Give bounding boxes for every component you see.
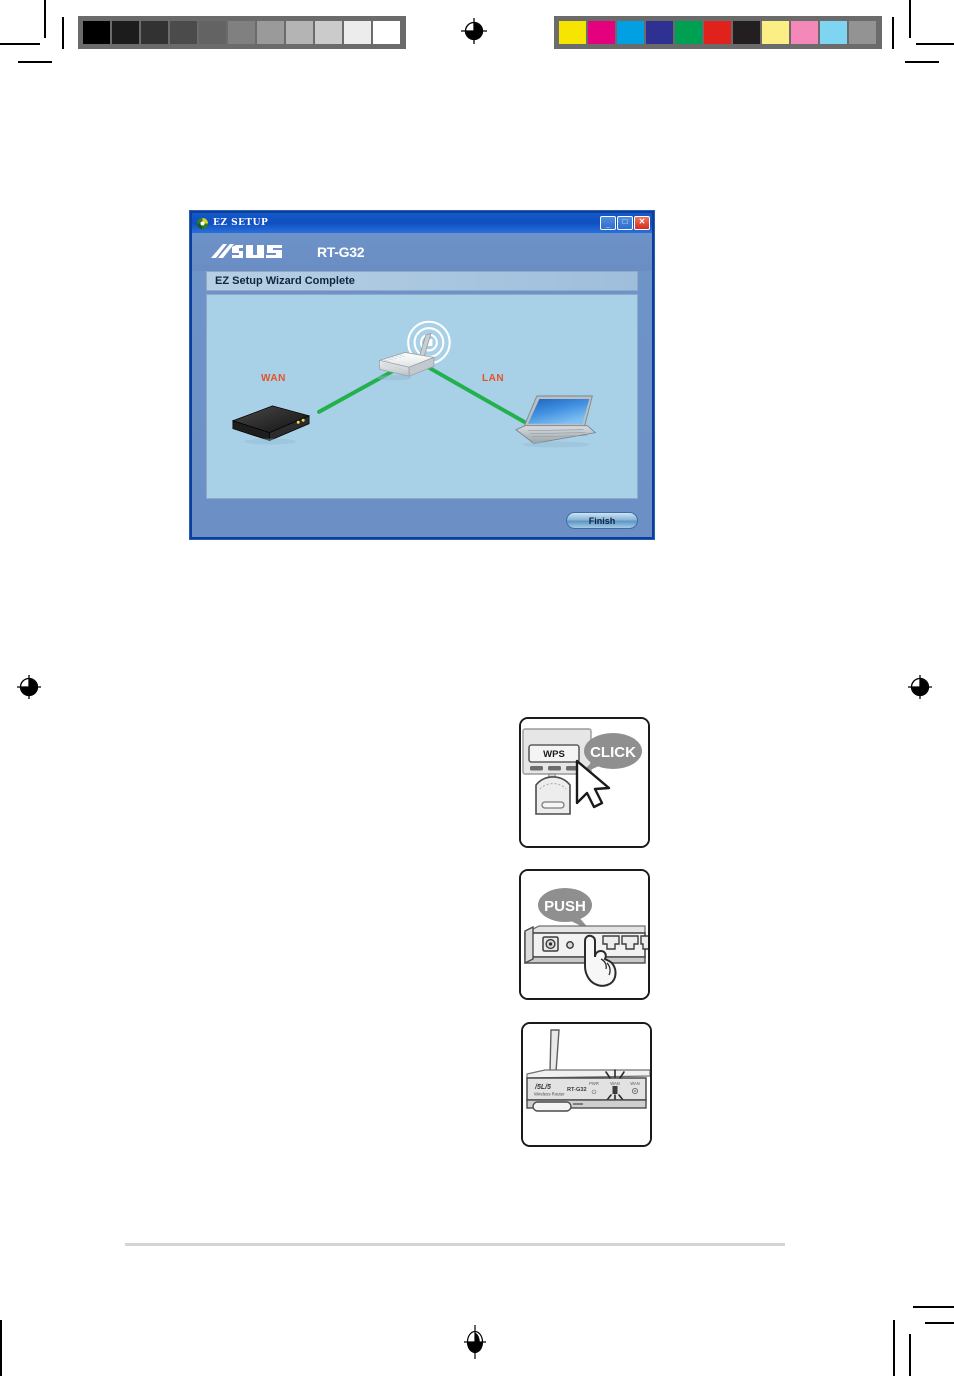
window-titlebar[interactable]: EZ SETUP _ □ ✕ (192, 213, 652, 233)
led-blinking (612, 1086, 618, 1094)
router-led-illustration: /5L/5 Wireless Router RT-G32 PWR ⏻ WAN W… (523, 1024, 650, 1145)
wireless-router-icon (376, 352, 436, 381)
crop-mark-top-right-inner-vertical (892, 17, 894, 49)
crop-mark-top-right-inner-horizontal (905, 61, 939, 63)
footer-rule (125, 1243, 785, 1246)
router-wps-push-photo: PUSH (519, 869, 650, 1000)
svg-text:⏻: ⏻ (592, 1089, 597, 1096)
color-swatch-magenta (588, 21, 615, 44)
registration-mark-bottom (464, 1325, 486, 1359)
crop-mark-top-left-vertical (44, 0, 46, 38)
ez-setup-window: EZ SETUP _ □ ✕ RT-G32 EZ Setup Wizard Co… (190, 211, 654, 539)
color-swatch-pink (791, 21, 818, 44)
network-topology-diagram (231, 320, 597, 448)
minimize-button[interactable]: _ (600, 216, 616, 230)
wps-software-click-photo: WPS CLICK (519, 717, 650, 848)
gray-swatch-6 (257, 21, 284, 44)
gray-swatch-1 (112, 21, 139, 44)
color-calibration-bar (554, 16, 882, 49)
close-icon: ✕ (638, 217, 646, 226)
close-button[interactable]: ✕ (634, 216, 650, 230)
crop-mark-bottom-right-inner-horizontal (925, 1322, 954, 1324)
gray-swatch-5 (228, 21, 255, 44)
maximize-button[interactable]: □ (617, 216, 633, 230)
color-swatch-cyan (617, 21, 644, 44)
grayscale-calibration-bar (78, 16, 406, 49)
router-stand (532, 1101, 572, 1112)
led-label-wan-1: WAN (610, 1081, 620, 1086)
asus-logo (210, 243, 310, 262)
gray-swatch-7 (286, 21, 313, 44)
gray-swatch-9 (344, 21, 371, 44)
section-header-label: EZ Setup Wizard Complete (215, 275, 355, 287)
crop-mark-bottom-right-inner-vertical (909, 1334, 911, 1376)
lan-label: LAN (482, 373, 505, 384)
cable-lan (421, 362, 526, 424)
minimize-icon: _ (605, 220, 611, 229)
svg-text:Wireless Router: Wireless Router (534, 1092, 565, 1097)
finish-button[interactable]: Finish (566, 512, 638, 529)
reset-button-icon (566, 941, 574, 949)
color-swatch-green (675, 21, 702, 44)
model-name: RT-G32 (317, 244, 365, 260)
registration-mark-left (16, 674, 42, 700)
crop-mark-bottom-right-vertical (893, 1320, 895, 1376)
gray-swatch-3 (170, 21, 197, 44)
maximize-icon: □ (622, 217, 628, 226)
wan-label: WAN (261, 373, 286, 384)
crop-mark-bottom-right-outer-horizontal (913, 1306, 954, 1308)
led-label-wan-2: WAN (630, 1081, 640, 1086)
gray-swatch-8 (315, 21, 342, 44)
wps-push-illustration: PUSH (521, 871, 648, 998)
crop-mark-top-left-inner-vertical (62, 17, 64, 49)
registration-mark-top (461, 18, 487, 44)
crop-mark-bottom-left-vertical (0, 1320, 2, 1376)
svg-text:/5L/5: /5L/5 (534, 1084, 551, 1091)
led-label-pwr: PWR (589, 1081, 599, 1086)
color-swatch-yellow (559, 21, 586, 44)
window-title: EZ SETUP (213, 218, 269, 228)
crop-mark-top-left-horizontal (0, 43, 40, 45)
crop-mark-top-right-vertical (909, 0, 911, 38)
click-bubble-text: CLICK (590, 744, 636, 761)
dialog-footer: Finish (192, 512, 638, 529)
dialog-body: RT-G32 EZ Setup Wizard Complete WAN LAN … (192, 233, 652, 537)
gray-swatch-4 (199, 21, 226, 44)
router-led-blinking-photo: /5L/5 Wireless Router RT-G32 PWR ⏻ WAN W… (521, 1022, 652, 1147)
router-model-label: RT-G32 (567, 1087, 587, 1093)
registration-mark-right (907, 674, 933, 700)
color-swatch-red (704, 21, 731, 44)
crop-mark-top-left-inner-horizontal (18, 61, 52, 63)
push-bubble-text: PUSH (544, 898, 586, 915)
ez-setup-app-icon (196, 217, 209, 230)
gray-swatch-2 (141, 21, 168, 44)
brand-row: RT-G32 (192, 233, 652, 271)
wps-click-illustration: WPS CLICK (521, 719, 648, 846)
color-swatch-light-yellow (762, 21, 789, 44)
crop-mark-top-right-horizontal (916, 43, 954, 45)
modem-icon (231, 405, 311, 445)
gray-swatch-0 (83, 21, 110, 44)
gray-swatch-10 (373, 21, 400, 44)
section-header: EZ Setup Wizard Complete (206, 271, 638, 291)
laptop-icon (515, 395, 597, 448)
color-swatch-light-blue (820, 21, 847, 44)
network-diagram-panel: WAN LAN (206, 294, 638, 499)
color-swatch-black (733, 21, 760, 44)
color-swatch-blue (646, 21, 673, 44)
window-controls: _ □ ✕ (600, 216, 650, 230)
color-swatch-gray (849, 21, 876, 44)
wps-button-label: WPS (543, 749, 565, 760)
